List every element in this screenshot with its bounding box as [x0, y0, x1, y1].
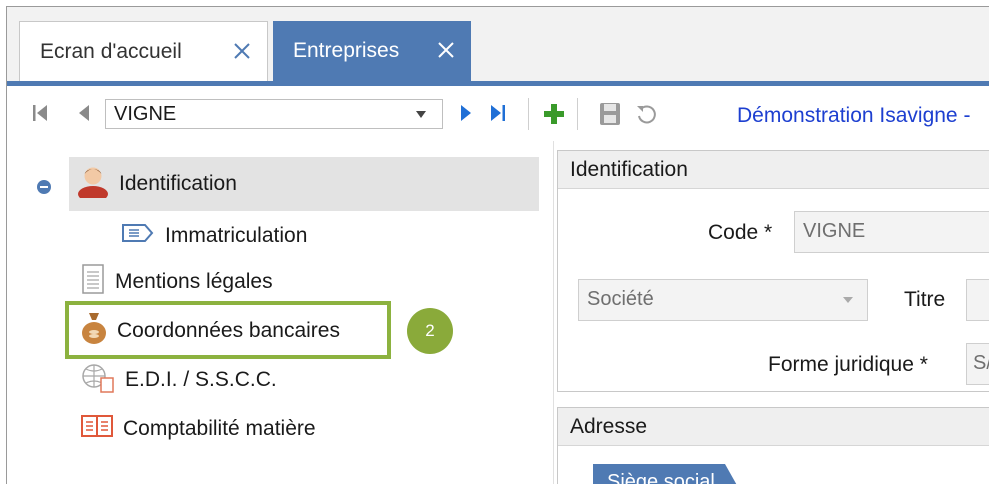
code-field-value: VIGNE [803, 220, 866, 242]
collapse-icon[interactable] [37, 180, 51, 194]
last-record-icon[interactable] [485, 96, 511, 130]
tree-item-comptabilite-matiere[interactable]: Comptabilité matière [81, 408, 316, 450]
identification-panel: Identification Code * VIGNE Société Titr… [557, 150, 989, 392]
code-field[interactable]: VIGNE [794, 211, 989, 253]
save-icon[interactable] [593, 96, 627, 132]
close-icon[interactable] [435, 39, 457, 61]
titre-field[interactable] [966, 279, 989, 321]
tag-icon [121, 222, 155, 250]
company-type-value: Société [587, 288, 654, 310]
toolbar-separator [528, 98, 529, 130]
forme-juridique-value: S/ [973, 352, 989, 374]
tab-entreprises[interactable]: Entreprises [273, 21, 471, 81]
previous-record-icon[interactable] [71, 96, 97, 130]
forme-juridique-label: Forme juridique * [768, 353, 928, 376]
tree-item-mentions-legales[interactable]: Mentions légales [81, 261, 273, 303]
tree-item-identification[interactable]: Identification [69, 157, 539, 211]
tree-item-label: E.D.I. / S.S.C.C. [125, 368, 277, 391]
panel-title: Identification [558, 151, 989, 189]
highlight-frame [65, 301, 391, 359]
step-badge: 2 [407, 308, 453, 354]
record-selector-value: VIGNE [114, 102, 177, 125]
tab-home-label: Ecran d'accueil [40, 39, 182, 63]
tree-item-immatriculation[interactable]: Immatriculation [121, 215, 307, 257]
chevron-down-icon[interactable] [416, 111, 426, 118]
code-label: Code * [708, 221, 773, 244]
toolbar-separator [577, 98, 578, 130]
toolbar: VIGNE Démonstration Isavigne - [7, 86, 989, 141]
tree-item-edi[interactable]: E.D.I. / S.S.C.C. [81, 359, 277, 401]
tree-item-label: Mentions légales [115, 270, 273, 293]
app-window: Ecran d'accueil Entreprises VIGNE Démons… [6, 6, 989, 484]
tab-siege-social[interactable]: Siège social [593, 464, 743, 484]
next-record-icon[interactable] [453, 96, 479, 130]
close-icon[interactable] [231, 40, 253, 62]
document-icon [81, 264, 105, 300]
pane-divider[interactable] [553, 141, 554, 484]
tab-home[interactable]: Ecran d'accueil [19, 21, 268, 81]
tab-bar: Ecran d'accueil Entreprises [7, 7, 989, 81]
company-type-select[interactable]: Société [578, 279, 868, 321]
forme-juridique-field[interactable]: S/ [966, 343, 989, 385]
globe-document-icon [81, 361, 115, 399]
tree-item-label: Identification [119, 172, 237, 195]
titre-label: Titre [904, 288, 946, 311]
tree-item-label: Comptabilité matière [123, 417, 316, 440]
undo-icon[interactable] [629, 96, 663, 132]
book-icon [81, 414, 113, 444]
company-context-link[interactable]: Démonstration Isavigne - [737, 104, 970, 128]
user-icon [77, 164, 109, 204]
navigation-tree: Identification Immatriculation Mentions … [7, 157, 547, 484]
add-icon[interactable] [537, 96, 571, 132]
chevron-down-icon[interactable] [843, 297, 853, 303]
panel-title: Adresse [558, 408, 989, 446]
adresse-panel: Adresse Siège social [557, 407, 989, 484]
tab-entreprises-label: Entreprises [293, 39, 400, 62]
record-selector[interactable]: VIGNE [105, 99, 443, 129]
first-record-icon[interactable] [27, 96, 53, 130]
tree-item-label: Immatriculation [165, 224, 308, 247]
